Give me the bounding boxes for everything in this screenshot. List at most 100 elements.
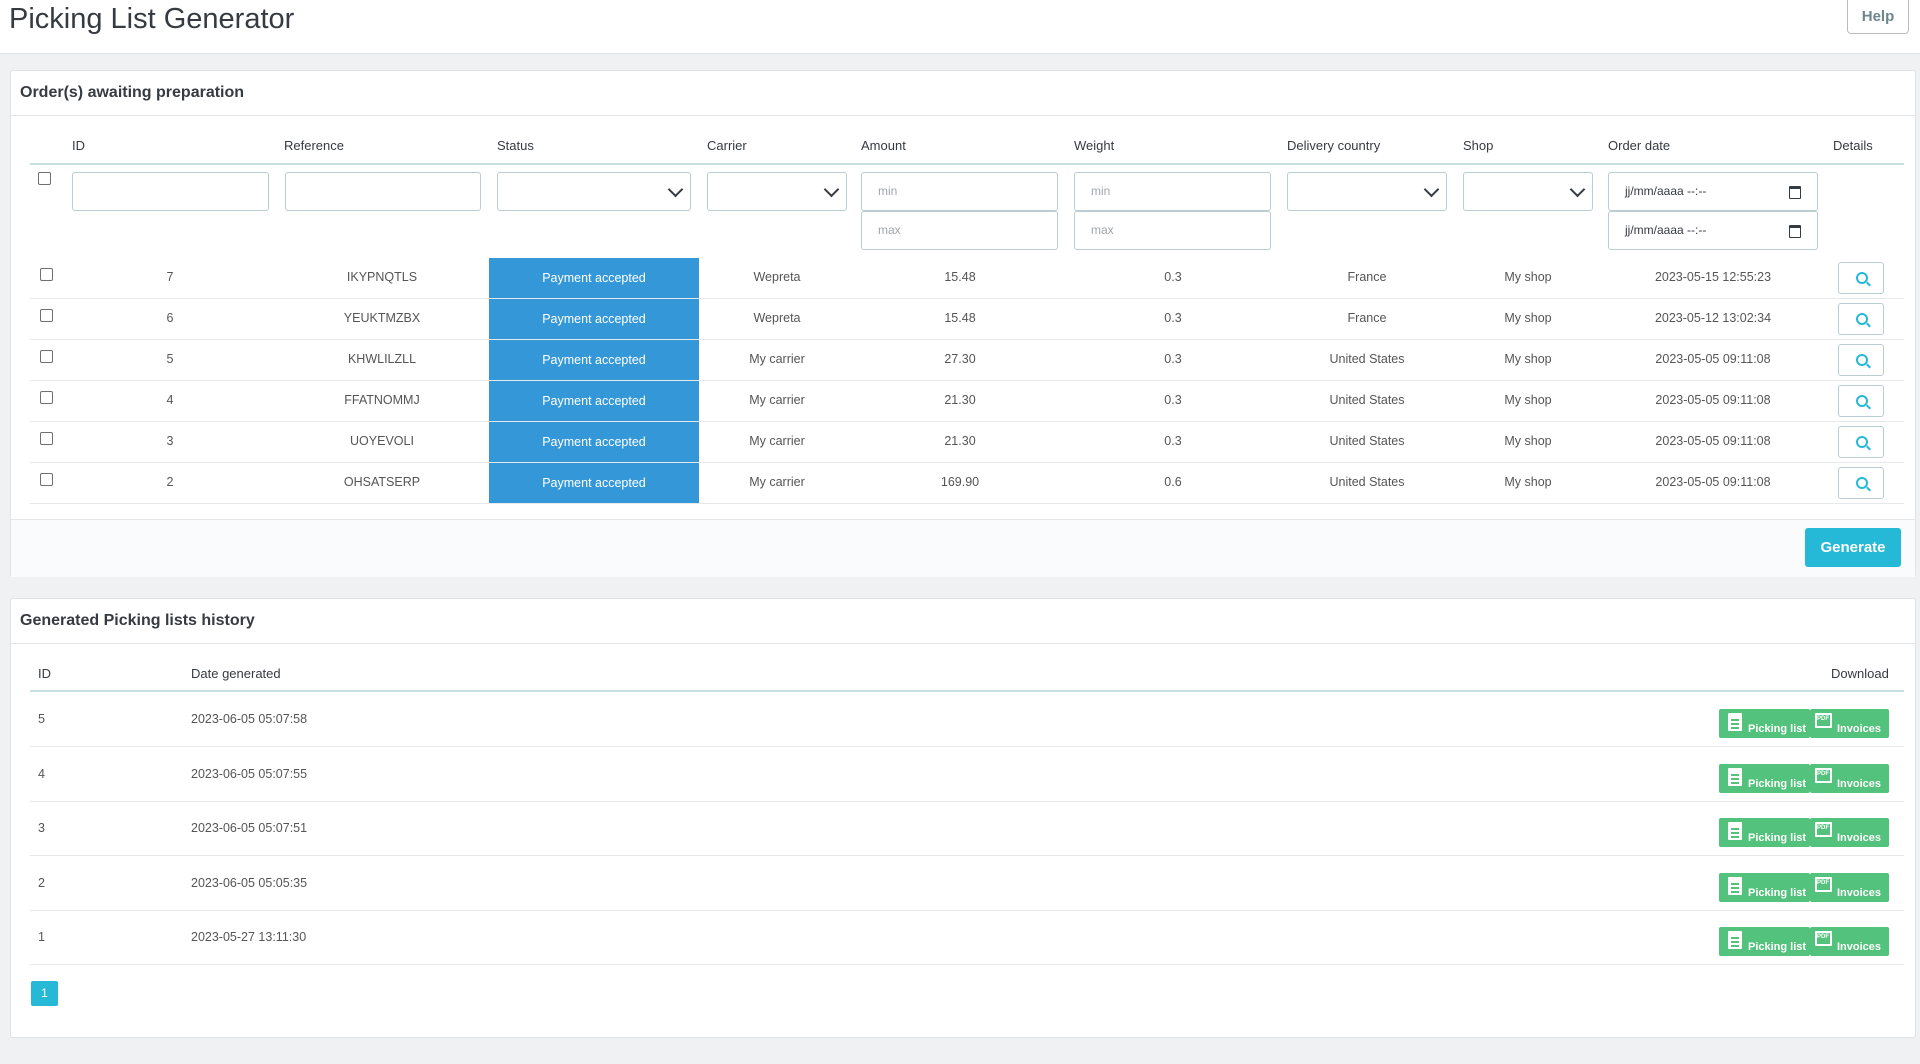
download-picking-list-button[interactable]: Picking list [1719, 927, 1810, 956]
cell-id: 1 [38, 930, 45, 944]
table-row: 2 2023-06-05 05:05:35 Picking list Invoices [11, 856, 1915, 910]
calendar-icon[interactable] [1789, 186, 1801, 199]
order-details-button[interactable] [1838, 385, 1884, 417]
download-invoices-button[interactable]: Invoices [1810, 709, 1889, 738]
picking-list-label: Picking list [1748, 723, 1807, 735]
filter-status-select[interactable] [497, 172, 691, 211]
download-invoices-button[interactable]: Invoices [1810, 764, 1889, 793]
row-checkbox[interactable] [40, 350, 53, 363]
filter-date-to-input[interactable]: jj/mm/aaaa --:-- [1608, 211, 1818, 250]
download-picking-list-button[interactable]: Picking list [1719, 764, 1810, 793]
cell-date-generated: 2023-05-27 13:11:30 [191, 930, 307, 944]
row-checkbox[interactable] [40, 309, 53, 322]
cell-amount: 15.48 [944, 311, 976, 325]
download-picking-list-button[interactable]: Picking list [1719, 818, 1810, 847]
cell-order-date: 2023-05-05 09:11:08 [1655, 434, 1771, 448]
column-header-id: ID [72, 138, 85, 153]
cell-date-generated: 2023-06-05 05:07:51 [191, 821, 308, 835]
cell-carrier: Wepreta [753, 270, 801, 284]
document-icon [1728, 877, 1742, 895]
magnifier-icon [1856, 436, 1868, 448]
cell-weight: 0.3 [1164, 352, 1182, 366]
row-checkbox[interactable] [40, 268, 53, 281]
row-checkbox[interactable] [40, 391, 53, 404]
cell-order-date: 2023-05-05 09:11:08 [1655, 352, 1771, 366]
filter-amount-min-input[interactable]: min [861, 172, 1058, 211]
order-details-button[interactable] [1838, 344, 1884, 376]
column-header-status: Status [497, 138, 534, 153]
filter-date-from-input[interactable]: jj/mm/aaaa --:-- [1608, 172, 1818, 211]
filter-weight-max-input[interactable]: max [1074, 211, 1271, 250]
pdf-icon [1815, 768, 1832, 783]
cell-date-generated: 2023-06-05 05:05:35 [191, 876, 308, 890]
invoices-label: Invoices [1837, 832, 1882, 844]
cell-date-generated: 2023-06-05 05:07:55 [191, 767, 308, 781]
filter-reference-input[interactable] [285, 172, 481, 211]
download-picking-list-button[interactable]: Picking list [1719, 709, 1810, 738]
order-details-button[interactable] [1838, 467, 1884, 499]
cell-carrier: My carrier [749, 352, 805, 366]
orders-panel-title: Order(s) awaiting preparation [11, 71, 1915, 116]
download-picking-list-button[interactable]: Picking list [1719, 873, 1810, 902]
column-header-details: Details [1833, 138, 1873, 153]
row-checkbox[interactable] [40, 432, 53, 445]
table-row: 6 YEUKTMZBX Wepreta 15.48 0.3 France My shop 20… [11, 299, 1915, 340]
filter-id-input[interactable] [72, 172, 269, 211]
document-icon [1728, 931, 1742, 949]
cell-weight: 0.3 [1164, 434, 1182, 448]
filter-amount-max-input[interactable]: max [861, 211, 1058, 250]
table-row: 2 OHSATSERP My carrier 169.90 0.6 United Stat… [11, 463, 1915, 504]
download-invoices-button[interactable]: Invoices [1810, 873, 1889, 902]
chevron-down-icon [1423, 181, 1440, 198]
pdf-icon [1815, 931, 1832, 946]
cell-id: 2 [166, 475, 174, 489]
generate-button[interactable]: Generate [1805, 528, 1901, 567]
cell-carrier: Wepreta [753, 311, 801, 325]
cell-id: 4 [38, 767, 45, 781]
cell-order-date: 2023-05-05 09:11:08 [1655, 393, 1771, 407]
table-row: 5 2023-06-05 05:07:58 Picking list Invoices [11, 692, 1915, 746]
order-details-button[interactable] [1838, 426, 1884, 458]
help-button[interactable]: Help [1847, 0, 1909, 34]
table-row: 4 FFATNOMMJ My carrier 21.30 0.3 United State… [11, 381, 1915, 422]
document-icon [1728, 768, 1742, 786]
cell-reference: YEUKTMZBX [343, 311, 421, 325]
cell-amount: 15.48 [944, 270, 976, 284]
document-icon [1728, 822, 1742, 840]
download-invoices-button[interactable]: Invoices [1810, 927, 1889, 956]
filter-shop-select[interactable] [1463, 172, 1593, 211]
select-all-checkbox[interactable] [38, 172, 51, 185]
row-checkbox[interactable] [40, 473, 53, 486]
order-details-button[interactable] [1838, 303, 1884, 335]
filter-country-select[interactable] [1287, 172, 1447, 211]
cell-id: 4 [166, 393, 174, 407]
cell-shop: My shop [1504, 393, 1552, 407]
pdf-icon [1815, 877, 1832, 892]
cell-reference: OHSATSERP [343, 475, 421, 489]
cell-reference: UOYEVOLI [350, 434, 414, 448]
status-badge: Payment accepted [489, 463, 699, 504]
history-panel-title: Generated Picking lists history [11, 599, 1915, 644]
table-row: 3 UOYEVOLI My carrier 21.30 0.3 United States… [11, 422, 1915, 463]
filter-weight-min-input[interactable]: min [1074, 172, 1271, 211]
column-header-download: Download [1831, 666, 1889, 681]
cell-id: 6 [166, 311, 174, 325]
calendar-icon[interactable] [1789, 225, 1801, 238]
filter-carrier-select[interactable] [707, 172, 847, 211]
top-bar: Picking List Generator Help [0, 0, 1920, 54]
cell-carrier: My carrier [749, 434, 805, 448]
chevron-down-icon [667, 181, 684, 198]
table-row: 4 2023-06-05 05:07:55 Picking list Invoices [11, 747, 1915, 801]
page-title: Picking List Generator [9, 3, 295, 35]
chevron-down-icon [1569, 181, 1586, 198]
orders-panel-footer: Generate [11, 519, 1915, 577]
download-invoices-button[interactable]: Invoices [1810, 818, 1889, 847]
column-header-amount: Amount [861, 138, 906, 153]
cell-shop: My shop [1504, 434, 1552, 448]
order-details-button[interactable] [1838, 262, 1884, 294]
cell-shop: My shop [1504, 311, 1552, 325]
cell-reference: IKYPNQTLS [346, 270, 418, 284]
history-panel: Generated Picking lists history ID Date g… [10, 598, 1916, 1038]
cell-id: 7 [166, 270, 174, 284]
pagination-page-1[interactable]: 1 [31, 981, 58, 1006]
